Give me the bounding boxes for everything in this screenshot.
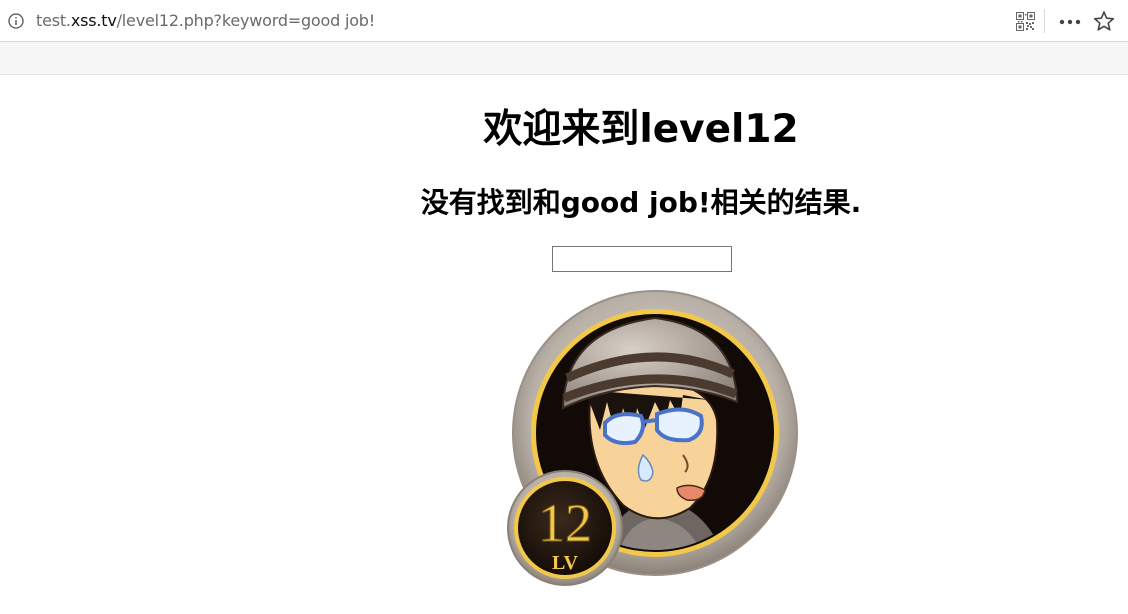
qr-code-icon[interactable]	[1016, 12, 1035, 31]
url-domain: xss.tv	[70, 11, 117, 30]
address-bar: test.xss.tv/level12.php?keyword=good job…	[0, 0, 1128, 42]
page-title: 欢迎来到level12	[483, 107, 799, 152]
url-field[interactable]: test.xss.tv/level12.php?keyword=good job…	[36, 11, 375, 30]
toolbar-divider	[1044, 9, 1045, 33]
search-input[interactable]	[552, 246, 732, 272]
search-result-message: 没有找到和good job!相关的结果.	[420, 186, 862, 219]
toolbar-strip	[0, 42, 1128, 75]
level-avatar-image: 12 LV	[507, 290, 798, 586]
page-content: 欢迎来到level12 没有找到和good job!相关的结果. 12 LV	[0, 75, 1128, 614]
url-prefix: test.	[36, 11, 71, 30]
bookmark-star-icon[interactable]	[1093, 10, 1115, 32]
level-label: LV	[552, 552, 579, 574]
more-icon[interactable]	[1058, 12, 1082, 31]
url-path: /level12.php?keyword=good job!	[116, 11, 376, 30]
level-number: 12	[538, 493, 592, 553]
info-icon[interactable]	[8, 13, 24, 29]
